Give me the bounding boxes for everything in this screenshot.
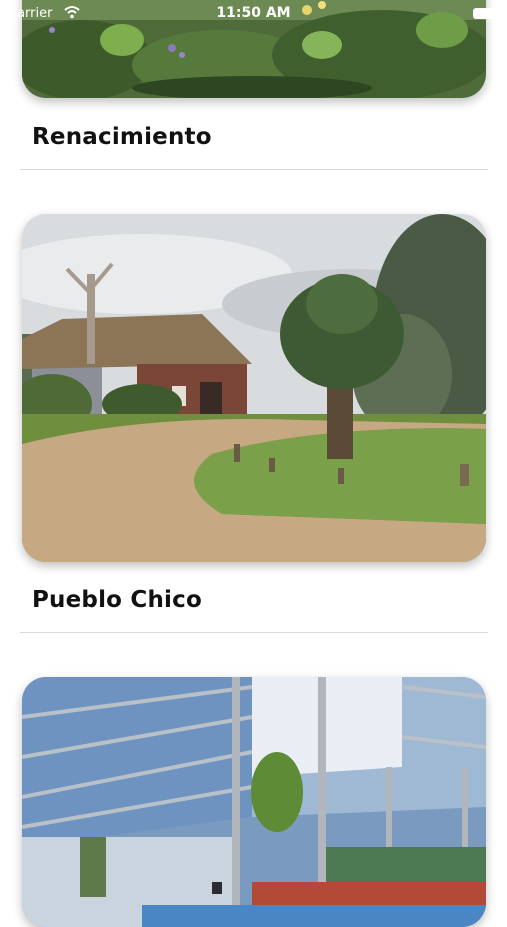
divider [20, 169, 488, 170]
status-bar: Carrier 11:50 AM [0, 0, 507, 28]
place-title[interactable]: Pueblo Chico [32, 587, 202, 613]
battery-icon [473, 8, 500, 19]
ranch-photo-icon [22, 214, 486, 562]
divider [20, 632, 488, 633]
place-image-indoor-pool[interactable] [22, 677, 486, 927]
status-time: 11:50 AM [216, 5, 291, 21]
place-image-pueblo-chico[interactable] [22, 214, 486, 562]
place-title[interactable]: Renacimiento [32, 124, 212, 150]
indoor-pool-photo-icon [22, 677, 486, 927]
